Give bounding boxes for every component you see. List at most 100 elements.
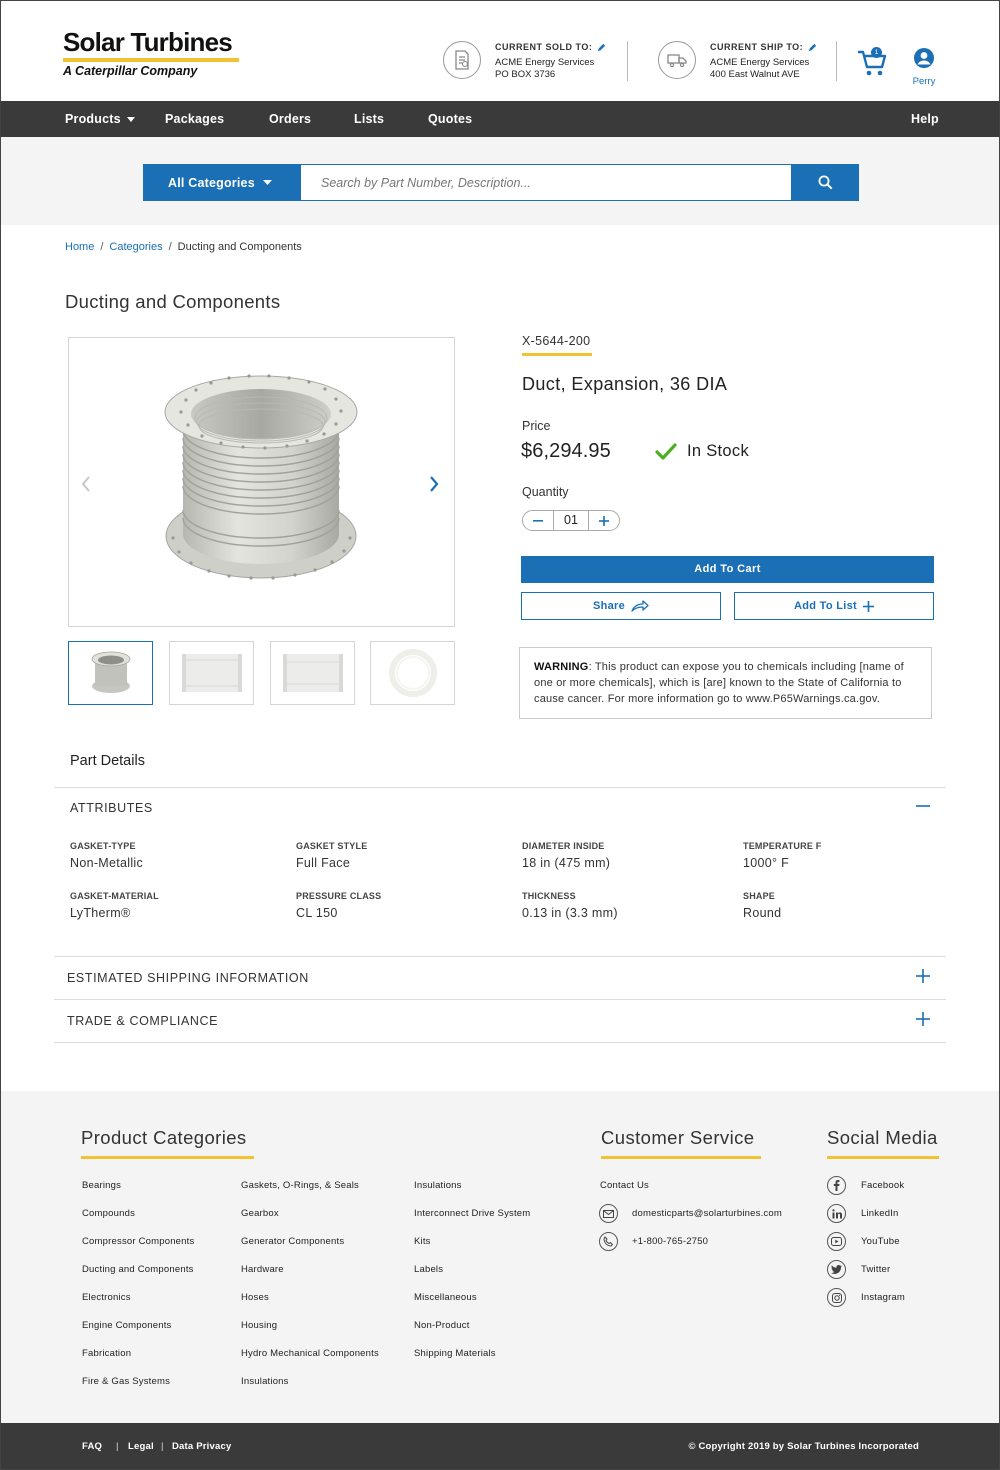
footer-category-link[interactable]: Bearings [82, 1180, 121, 1191]
faq-link[interactable]: FAQ [82, 1441, 102, 1452]
facebook-link[interactable]: Facebook [827, 1176, 904, 1195]
footer-category-link[interactable]: Hardware [241, 1264, 284, 1275]
shipping-accordion-header[interactable]: ESTIMATED SHIPPING INFORMATION [54, 957, 946, 999]
footer-category-link[interactable]: Kits [414, 1236, 431, 1247]
breadcrumb-categories[interactable]: Categories [109, 241, 162, 253]
footer-category-link[interactable]: Engine Components [82, 1320, 172, 1331]
share-button[interactable]: Share [521, 592, 721, 620]
cart-button[interactable]: 1 [857, 47, 889, 79]
nav-lists[interactable]: Lists [354, 101, 384, 137]
page-title: Ducting and Components [65, 291, 281, 312]
attributes-title: ATTRIBUTES [70, 801, 153, 815]
nav-orders[interactable]: Orders [269, 101, 311, 137]
facebook-label: Facebook [861, 1180, 905, 1191]
nav-products-label: Products [65, 112, 121, 126]
ship-to-block[interactable]: CURRENT SHIP TO: ACME Energy Services 40… [658, 41, 828, 81]
edit-pencil-icon[interactable] [808, 43, 817, 52]
expand-button[interactable] [916, 969, 932, 985]
youtube-link[interactable]: YouTube [827, 1232, 900, 1251]
breadcrumb-current: Ducting and Components [177, 241, 302, 253]
edit-pencil-icon[interactable] [597, 43, 606, 52]
footer-category-link[interactable]: Insulations [241, 1376, 289, 1387]
user-account-button[interactable]: Perry [906, 47, 942, 87]
main-nav: Products Packages Orders Lists Quotes He… [1, 101, 999, 137]
sold-to-block[interactable]: CURRENT SOLD TO: ACME Energy Services PO… [443, 41, 613, 81]
trade-accordion-header[interactable]: TRADE & COMPLIANCE [54, 1000, 946, 1042]
quantity-input[interactable] [553, 511, 589, 530]
expand-button[interactable] [916, 1012, 932, 1028]
footer-category-link[interactable]: Housing [241, 1320, 277, 1331]
footer-category-link[interactable]: Electronics [82, 1292, 131, 1303]
footer-category-link[interactable]: Compounds [82, 1208, 135, 1219]
solar-turbines-logo[interactable]: Solar Turbines A Caterpillar Company [63, 27, 241, 78]
attribute-item: PRESSURE CLASS CL 150 [296, 891, 381, 920]
search-button[interactable] [791, 164, 859, 201]
sold-to-name: ACME Energy Services [495, 57, 595, 68]
footer-category-link[interactable]: Interconnect Drive System [414, 1208, 530, 1219]
minus-icon [916, 805, 930, 807]
attribute-value: Round [743, 906, 782, 920]
attributes-accordion-header[interactable]: ATTRIBUTES [54, 787, 946, 829]
gallery-thumbnail[interactable] [270, 641, 355, 705]
sold-to-label: CURRENT SOLD TO: [495, 42, 593, 52]
nav-products[interactable]: Products [65, 101, 135, 137]
gallery-next-button[interactable] [427, 474, 441, 499]
footer-category-link[interactable]: Fire & Gas Systems [82, 1376, 170, 1387]
plus-icon [916, 969, 930, 983]
add-to-cart-button[interactable]: Add To Cart [521, 556, 934, 583]
prop65-warning: WARNING: This product can expose you to … [519, 647, 932, 719]
add-to-list-button[interactable]: Add To List [734, 592, 934, 620]
legal-link[interactable]: Legal [128, 1441, 154, 1452]
gallery-thumbnail[interactable] [370, 641, 455, 705]
twitter-link[interactable]: Twitter [827, 1260, 890, 1279]
attribute-label: THICKNESS [522, 891, 576, 901]
category-dropdown[interactable]: All Categories [143, 164, 301, 201]
ship-to-address: 400 East Walnut AVE [710, 69, 800, 80]
site-footer: Product Categories Bearings Compounds Co… [1, 1091, 999, 1423]
email-link[interactable]: domesticparts@solarturbines.com [599, 1204, 782, 1223]
attribute-label: DIAMETER INSIDE [522, 841, 605, 851]
footer-category-link[interactable]: Hydro Mechanical Components [241, 1348, 379, 1359]
cart-count-badge: 1 [871, 47, 882, 58]
customer-service-heading: Customer Service [601, 1127, 755, 1148]
instagram-link[interactable]: Instagram [827, 1288, 905, 1307]
contact-us-link[interactable]: Contact Us [600, 1180, 649, 1191]
search-input[interactable] [301, 164, 791, 201]
category-dropdown-label: All Categories [168, 175, 255, 190]
quantity-decrease-button[interactable] [523, 511, 553, 530]
footer-category-link[interactable]: Fabrication [82, 1348, 131, 1359]
footer-category-link[interactable]: Miscellaneous [414, 1292, 477, 1303]
gallery-thumbnail[interactable] [68, 641, 153, 705]
nav-quotes[interactable]: Quotes [428, 101, 472, 137]
footer-category-link[interactable]: Gaskets, O-Rings, & Seals [241, 1180, 359, 1191]
breadcrumb-home[interactable]: Home [65, 241, 94, 253]
gallery-thumbnail[interactable] [169, 641, 254, 705]
quantity-increase-button[interactable] [589, 511, 619, 530]
footer-category-link[interactable]: Insulations [414, 1180, 462, 1191]
footer-category-link[interactable]: Non-Product [414, 1320, 470, 1331]
link-separator: | [161, 1441, 164, 1452]
footer-category-link[interactable]: Shipping Materials [414, 1348, 496, 1359]
attribute-item: DIAMETER INSIDE 18 in (475 mm) [522, 841, 610, 870]
heading-underline [81, 1156, 254, 1159]
nav-packages[interactable]: Packages [165, 101, 224, 137]
footer-category-link[interactable]: Labels [414, 1264, 443, 1275]
copyright-text: © Copyright 2019 by Solar Turbines Incor… [688, 1441, 919, 1452]
linkedin-link[interactable]: LinkedIn [827, 1204, 899, 1223]
thumbnail-front-view-image [282, 654, 343, 692]
caret-down-icon [126, 116, 135, 122]
checkmark-icon [655, 443, 677, 460]
phone-link[interactable]: +1-800-765-2750 [599, 1232, 708, 1251]
footer-category-link[interactable]: Hoses [241, 1292, 269, 1303]
nav-help[interactable]: Help [911, 101, 939, 137]
footer-category-link[interactable]: Gearbox [241, 1208, 279, 1219]
sold-to-address: PO BOX 3736 [495, 69, 556, 80]
collapse-button[interactable] [916, 799, 932, 815]
footer-category-link[interactable]: Compressor Components [82, 1236, 194, 1247]
shipping-title: ESTIMATED SHIPPING INFORMATION [67, 971, 309, 985]
footer-category-link[interactable]: Generator Components [241, 1236, 344, 1247]
gallery-prev-button[interactable] [79, 474, 93, 499]
attribute-item: GASKET STYLE Full Face [296, 841, 367, 870]
footer-category-link[interactable]: Ducting and Components [82, 1264, 194, 1275]
data-privacy-link[interactable]: Data Privacy [172, 1441, 231, 1452]
